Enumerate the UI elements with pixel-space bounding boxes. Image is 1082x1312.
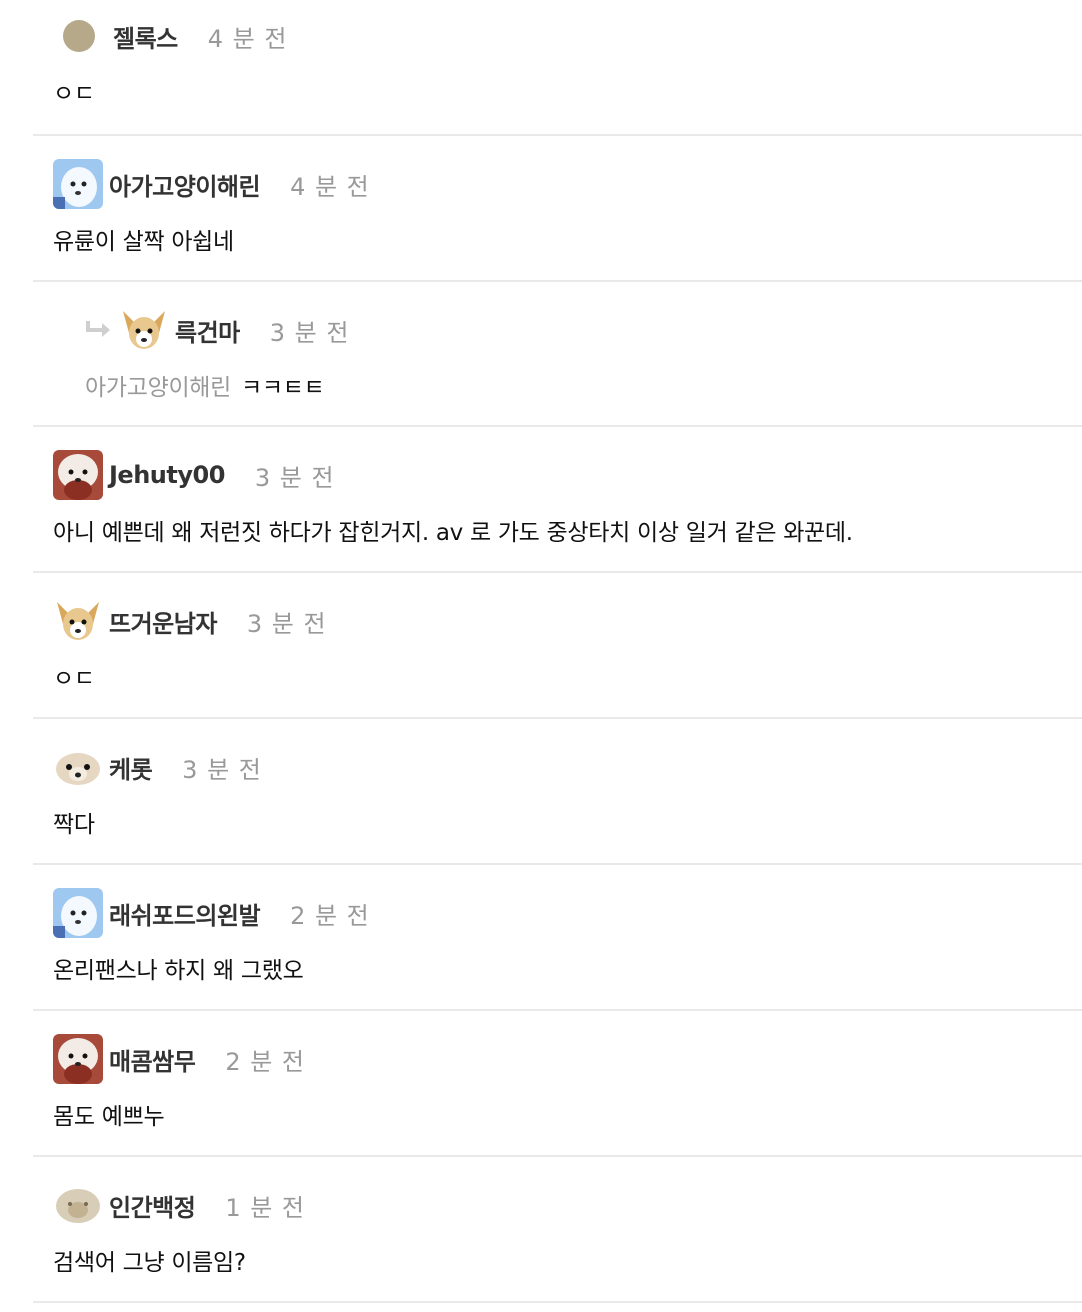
comment-text: ㅇㄷ bbox=[53, 666, 95, 692]
comment-author[interactable]: 매콤쌈무 bbox=[109, 1042, 196, 1077]
comment-author[interactable]: 래쉬포드의왼발 bbox=[109, 896, 261, 931]
comment-item: 래쉬포드의왼발 2 분 전 온리팬스나 하지 왜 그랬오 bbox=[33, 865, 1082, 1011]
comment-author[interactable]: 젤록스 bbox=[113, 19, 178, 54]
comment-text: 아니 예쁜데 왜 저런짓 하다가 잡힌거지. av 로 가도 중상타치 이상 일… bbox=[53, 520, 853, 546]
comment-list: 젤록스 4 분 전 ㅇㄷ 아가고양이해린 4 분 전 유륜이 살짝 아쉽네 륵건… bbox=[0, 0, 1082, 1303]
pug-avatar-icon[interactable] bbox=[53, 742, 103, 792]
maltese-avatar-icon[interactable] bbox=[53, 450, 103, 500]
comment-time: 1 분 전 bbox=[225, 1193, 306, 1222]
white-dog-avatar-icon[interactable] bbox=[53, 888, 103, 938]
comment-author[interactable]: 인간백정 bbox=[109, 1188, 196, 1223]
comment-time: 4 분 전 bbox=[290, 172, 370, 201]
maltese-avatar-icon[interactable] bbox=[53, 1034, 103, 1084]
comment-time: 3 분 전 bbox=[269, 318, 350, 347]
comment-time: 2 분 전 bbox=[290, 901, 370, 930]
comment-text: 몸도 예쁘누 bbox=[53, 1104, 165, 1130]
comment-time: 2 분 전 bbox=[225, 1047, 306, 1076]
mention-username[interactable]: 아가고양이해린 bbox=[85, 375, 231, 401]
comment-author[interactable]: 케롯 bbox=[109, 750, 153, 785]
comment-item: 매콤쌈무 2 분 전 몸도 예쁘누 bbox=[33, 1011, 1082, 1157]
white-dog-avatar-icon[interactable] bbox=[53, 159, 103, 209]
comment-item: 뜨거운남자 3 분 전 ㅇㄷ bbox=[33, 573, 1082, 719]
comment-header: 젤록스 4 분 전 bbox=[53, 10, 287, 62]
comment-time: 3 분 전 bbox=[182, 755, 262, 784]
reply-comment-item: 륵건마 3 분 전 아가고양이해린 ㅋㅋㅌㅌ bbox=[33, 282, 1082, 427]
blur-dog-avatar-icon[interactable] bbox=[53, 1180, 103, 1230]
comment-text: 유륜이 살짝 아쉽네 bbox=[53, 229, 234, 255]
comment-text: ㅋㅋㅌㅌ bbox=[241, 375, 325, 401]
comment-header: 뜨거운남자 3 분 전 bbox=[53, 595, 327, 647]
comment-author[interactable]: 뜨거운남자 bbox=[109, 604, 217, 639]
chihuahua-avatar-icon[interactable] bbox=[53, 596, 103, 646]
comment-time: 4 분 전 bbox=[207, 24, 288, 53]
comment-text: 검색어 그냥 이름임? bbox=[53, 1250, 246, 1276]
comment-text: ㅇㄷ bbox=[53, 81, 95, 107]
comment-time: 3 분 전 bbox=[246, 609, 327, 638]
gray-circle-avatar-icon[interactable] bbox=[59, 16, 99, 56]
comment-header: 륵건마 3 분 전 bbox=[85, 304, 349, 356]
chihuahua-avatar-icon[interactable] bbox=[119, 305, 169, 355]
comment-header: 래쉬포드의왼발 2 분 전 bbox=[53, 887, 370, 939]
comment-item: Jehuty00 3 분 전 아니 예쁜데 왜 저런짓 하다가 잡힌거지. av… bbox=[33, 427, 1082, 573]
comment-author[interactable]: 아가고양이해린 bbox=[109, 167, 261, 202]
comment-header: 아가고양이해린 4 분 전 bbox=[53, 158, 370, 210]
comment-header: 인간백정 1 분 전 bbox=[53, 1179, 305, 1231]
comment-text-container: 아가고양이해린 ㅋㅋㅌㅌ bbox=[85, 368, 325, 402]
comment-text: 짝다 bbox=[53, 812, 95, 838]
comment-header: Jehuty00 3 분 전 bbox=[53, 449, 335, 501]
comment-author[interactable]: Jehuty00 bbox=[109, 461, 225, 489]
comment-item: 케롯 3 분 전 짝다 bbox=[33, 719, 1082, 865]
comment-author[interactable]: 륵건마 bbox=[175, 313, 240, 348]
comment-time: 3 분 전 bbox=[254, 463, 335, 492]
reply-arrow-icon bbox=[86, 321, 110, 337]
comment-item: 아가고양이해린 4 분 전 유륜이 살짝 아쉽네 bbox=[33, 136, 1082, 282]
comment-text: 온리팬스나 하지 왜 그랬오 bbox=[53, 958, 304, 984]
comment-header: 매콤쌈무 2 분 전 bbox=[53, 1033, 305, 1085]
comment-header: 케롯 3 분 전 bbox=[53, 741, 262, 793]
comment-item: 인간백정 1 분 전 검색어 그냥 이름임? bbox=[33, 1157, 1082, 1303]
comment-item: 젤록스 4 분 전 ㅇㄷ bbox=[33, 0, 1082, 136]
